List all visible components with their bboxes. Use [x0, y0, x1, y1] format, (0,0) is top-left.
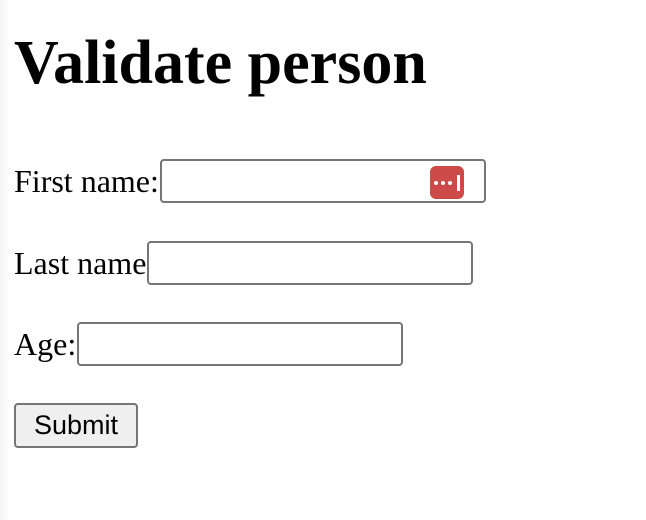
last-name-input[interactable] [149, 243, 472, 283]
age-input[interactable] [79, 324, 402, 364]
submit-button[interactable]: Submit [14, 403, 138, 448]
page: Validate person First name: Last name Ag… [0, 0, 646, 520]
first-name-field[interactable] [159, 159, 486, 203]
last-name-field[interactable] [147, 241, 474, 285]
first-name-label: First name: [14, 163, 159, 199]
age-row: Age: [14, 321, 404, 367]
last-name-row: Last name [14, 240, 474, 286]
page-title: Validate person [14, 29, 427, 97]
first-name-row: First name: [14, 158, 486, 204]
age-field[interactable] [77, 322, 404, 366]
age-label: Age: [14, 326, 77, 362]
password-manager-icon[interactable] [429, 166, 464, 199]
last-name-label: Last name [14, 245, 147, 281]
